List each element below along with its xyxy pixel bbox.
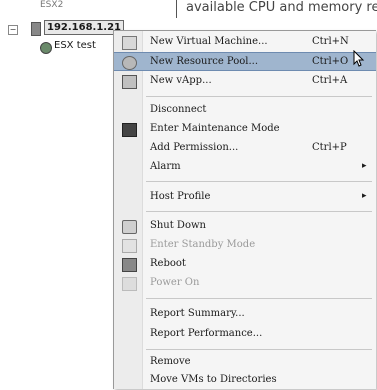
menu-item-reboot[interactable]: Reboot: [114, 255, 376, 274]
reboot-icon: [122, 258, 137, 272]
standby-icon: [122, 239, 137, 253]
menu-item-new-virtual-machine[interactable]: New Virtual Machine... Ctrl+N: [114, 33, 376, 52]
menu-item-shut-down[interactable]: Shut Down: [114, 217, 376, 236]
collapse-expander-icon[interactable]: −: [8, 25, 18, 35]
menu-item-new-resource-pool[interactable]: New Resource Pool... Ctrl+O: [114, 52, 376, 71]
menu-item-shortcut: Ctrl+A: [312, 75, 348, 86]
menu-item-enter-maintenance-mode[interactable]: Enter Maintenance Mode: [114, 120, 376, 139]
menu-item-power-on: Power On: [114, 274, 376, 293]
menu-item-host-profile[interactable]: Host Profile ▸: [114, 188, 376, 207]
menu-item-label: Move VMs to Directories: [150, 374, 277, 385]
menu-separator: [146, 298, 372, 299]
maintenance-icon: [122, 123, 137, 137]
menu-item-alarm[interactable]: Alarm ▸: [114, 158, 376, 177]
menu-item-label: Add Permission...: [150, 142, 239, 153]
menu-item-label: Report Summary...: [150, 308, 245, 319]
menu-separator: [146, 211, 372, 212]
content-summary-text: available CPU and memory res: [186, 0, 377, 15]
menu-item-add-permission[interactable]: Add Permission... Ctrl+P: [114, 139, 376, 158]
menu-item-label: Reboot: [150, 258, 186, 269]
menu-item-move-vms-to-directories[interactable]: Move VMs to Directories: [114, 371, 376, 390]
menu-item-disconnect[interactable]: Disconnect: [114, 101, 376, 120]
menu-item-label: Enter Maintenance Mode: [150, 123, 280, 134]
menu-item-label: Power On: [150, 277, 200, 288]
host-server-icon: [31, 22, 41, 36]
menu-item-label: Shut Down: [150, 220, 206, 231]
menu-item-label: Remove: [150, 356, 191, 367]
vapp-icon: [122, 75, 137, 89]
shutdown-icon: [122, 220, 137, 234]
menu-item-shortcut: Ctrl+N: [312, 36, 349, 47]
menu-item-label: Enter Standby Mode: [150, 239, 256, 250]
menu-item-label: New Virtual Machine...: [150, 36, 268, 47]
submenu-arrow-icon: ▸: [362, 161, 367, 171]
menu-separator: [146, 181, 372, 182]
menu-item-label: Host Profile: [150, 191, 211, 202]
menu-item-report-performance[interactable]: Report Performance...: [114, 325, 376, 344]
power-on-icon: [122, 277, 137, 291]
submenu-arrow-icon: ▸: [362, 191, 367, 201]
menu-item-remove[interactable]: Remove: [114, 353, 376, 372]
menu-item-label: Report Performance...: [150, 328, 263, 339]
menu-item-new-vapp[interactable]: New vApp... Ctrl+A: [114, 72, 376, 91]
resource-pool-icon: [122, 56, 137, 70]
menu-separator: [146, 349, 372, 350]
new-vm-icon: [122, 36, 137, 50]
vm-icon: [40, 42, 52, 54]
menu-item-report-summary[interactable]: Report Summary...: [114, 305, 376, 324]
menu-item-shortcut: Ctrl+O: [312, 56, 349, 67]
tree-item-partial[interactable]: ESX2: [40, 0, 63, 10]
menu-separator: [146, 96, 372, 97]
menu-item-shortcut: Ctrl+P: [312, 142, 347, 153]
mouse-pointer-icon: [353, 50, 365, 67]
menu-item-label: Alarm: [150, 161, 181, 172]
menu-item-label: New vApp...: [150, 75, 212, 86]
menu-item-label: New Resource Pool...: [150, 56, 259, 67]
menu-item-label: Disconnect: [150, 104, 207, 115]
host-context-menu: New Virtual Machine... Ctrl+N New Resour…: [113, 30, 376, 389]
inventory-tree: ESX2 − 192.168.1.21 ESX test: [0, 0, 125, 388]
tree-item-vm[interactable]: ESX test: [54, 40, 96, 51]
menu-item-enter-standby-mode: Enter Standby Mode: [114, 236, 376, 255]
